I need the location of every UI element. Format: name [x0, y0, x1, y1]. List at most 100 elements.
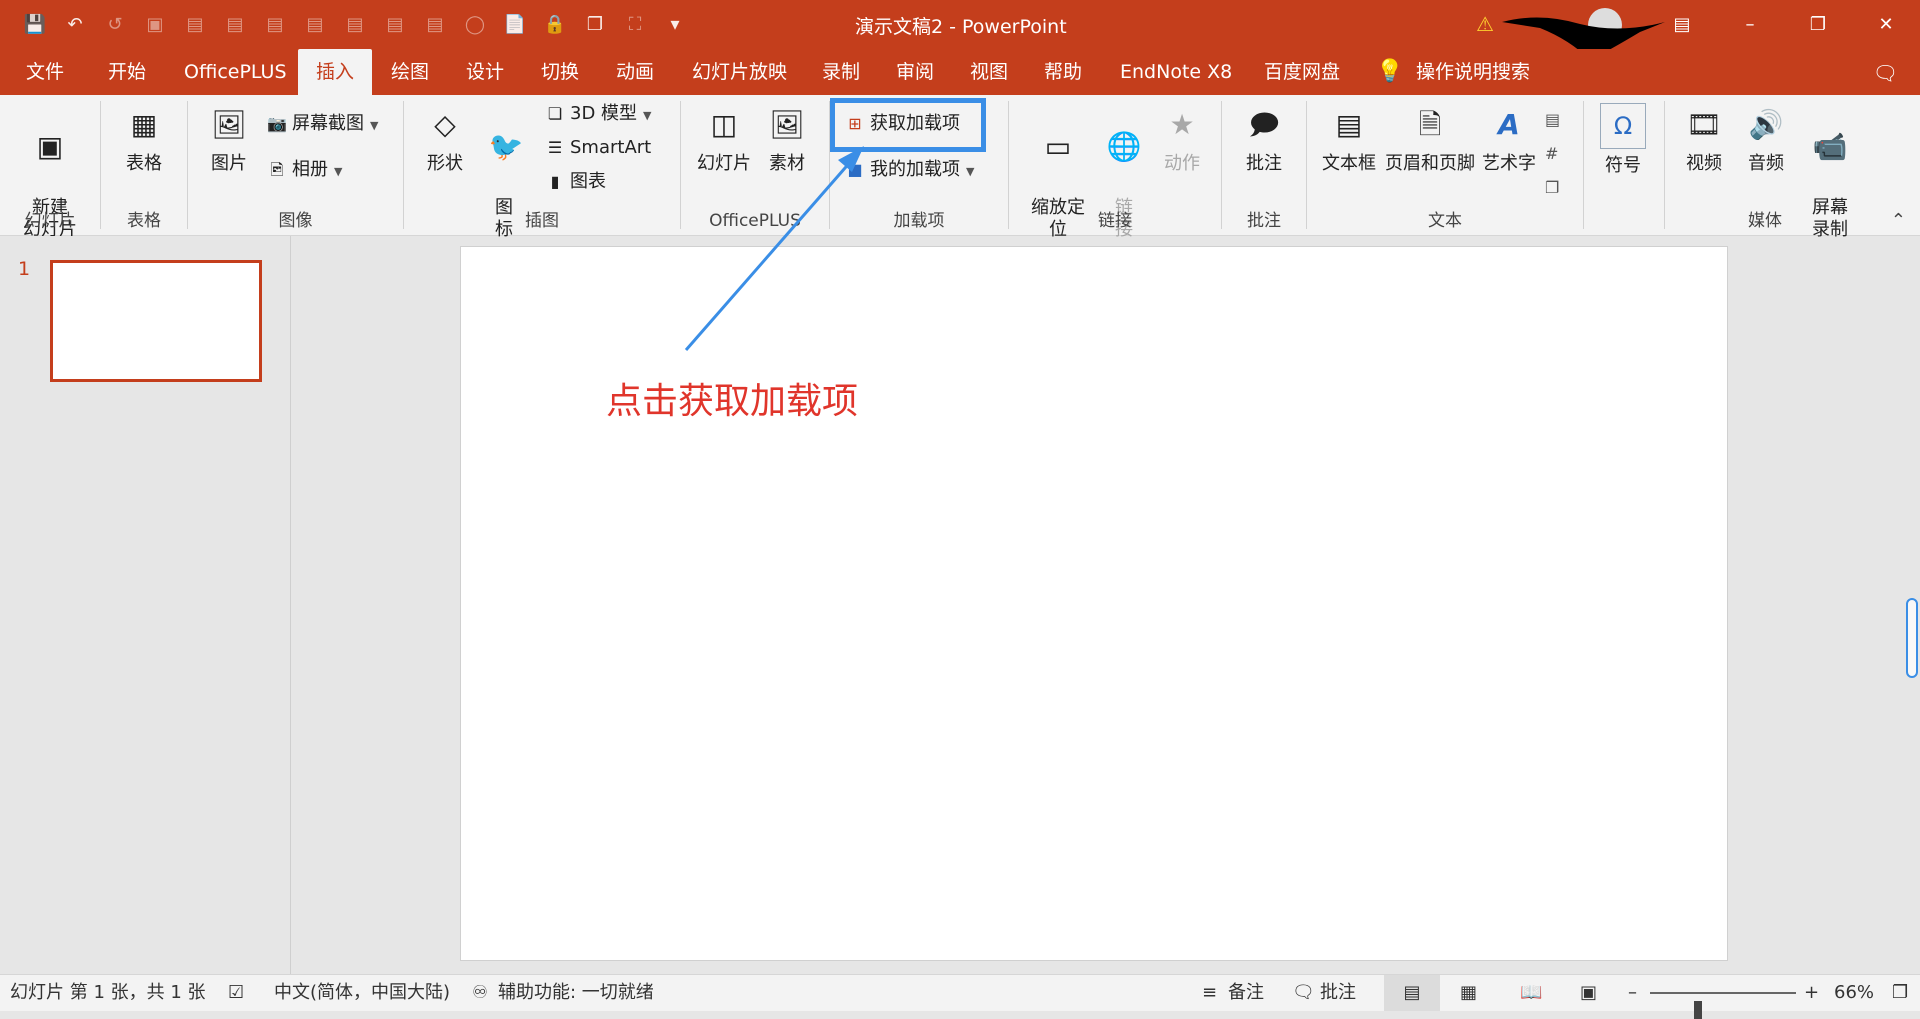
wordart-icon: A: [1498, 108, 1520, 141]
tab-endnote[interactable]: EndNote X8: [1110, 49, 1242, 95]
object-icon[interactable]: ❐: [1545, 171, 1560, 205]
officeplus-slides-button[interactable]: ◫ 幻灯片: [695, 103, 753, 175]
slide-info: 幻灯片 第 1 张，共 1 张: [10, 982, 206, 1003]
group-slides: ▣ 新建 幻灯片 幻灯片: [0, 95, 100, 241]
tab-record[interactable]: 录制: [812, 49, 870, 95]
comment-icon: 🗩: [1248, 108, 1280, 141]
align-icon[interactable]: ▤: [422, 11, 448, 37]
align-icon[interactable]: ▤: [342, 11, 368, 37]
crop-icon[interactable]: ⛶: [622, 11, 648, 37]
zoom-slider-thumb[interactable]: [1694, 1001, 1703, 1019]
group-tables: ▦ 表格 表格: [101, 95, 187, 235]
normal-view-icon[interactable]: ▤: [1384, 975, 1440, 1011]
comments-icon[interactable]: 🗨: [1873, 61, 1898, 85]
header-footer-label: 页眉和页脚: [1385, 153, 1475, 174]
notes-icon: ≡: [1202, 982, 1218, 1003]
zoom-in-icon[interactable]: +: [1804, 975, 1819, 1011]
image-icon: 🖼: [769, 108, 805, 141]
save-icon[interactable]: 💾: [22, 11, 48, 37]
date-time-icon[interactable]: ▤: [1545, 103, 1560, 137]
tab-file[interactable]: 文件: [16, 49, 74, 95]
collapse-ribbon-icon[interactable]: ⌃: [1891, 210, 1906, 231]
tab-draw[interactable]: 绘图: [381, 49, 439, 95]
group-label: 加载项: [893, 211, 945, 231]
smartart-button[interactable]: ☰ SmartArt: [544, 133, 651, 163]
align-icon[interactable]: ▤: [182, 11, 208, 37]
bird-icon: 🐦: [488, 130, 524, 163]
tab-insert[interactable]: 插入: [298, 49, 372, 95]
comment-button[interactable]: 🗩 批注: [1234, 103, 1294, 175]
slide-thumbnail-panel: 1: [0, 236, 291, 974]
minimize-icon[interactable]: –: [1716, 10, 1784, 38]
restore-icon[interactable]: ❐: [1784, 10, 1852, 38]
tab-officeplus[interactable]: OfficePLUS: [174, 49, 297, 95]
wordart-button[interactable]: A 艺术字: [1479, 103, 1539, 175]
redo-icon[interactable]: ↺: [102, 11, 128, 37]
ribbon-tabs: 文件 开始 OfficePLUS 插入 绘图 设计 切换 动画 幻灯片放映 录制…: [0, 49, 1920, 95]
slide-number-icon[interactable]: #: [1545, 137, 1560, 171]
tab-home[interactable]: 开始: [98, 49, 156, 95]
zoom-slider[interactable]: [1650, 992, 1796, 1019]
more-icon[interactable]: ▾: [662, 11, 688, 37]
audio-button[interactable]: 🔊 音频: [1741, 103, 1791, 175]
notes-button[interactable]: 备注: [1228, 975, 1264, 1011]
pictures-button[interactable]: 🖼 图片: [204, 103, 254, 175]
tell-me-search[interactable]: 操作说明搜索: [1416, 49, 1530, 95]
close-icon[interactable]: ✕: [1852, 10, 1920, 38]
symbol-button[interactable]: Ω 符号: [1594, 103, 1652, 177]
slide-sorter-icon[interactable]: ▦: [1460, 975, 1477, 1011]
tab-help[interactable]: 帮助: [1034, 49, 1092, 95]
shapes-button[interactable]: ◇ 形状: [420, 103, 470, 175]
chart-button[interactable]: ▮ 图表: [544, 167, 606, 197]
group-media: 🎞 视频 🔊 音频 📹 屏幕 录制 媒体: [1665, 95, 1865, 241]
accessibility-status[interactable]: 辅助功能: 一切就绪: [498, 975, 654, 1011]
slide-canvas[interactable]: [460, 246, 1728, 961]
language-status[interactable]: 中文(简体，中国大陆): [274, 975, 450, 1011]
reading-view-icon[interactable]: 📖: [1520, 975, 1542, 1011]
header-footer-button[interactable]: 🗎 页眉和页脚: [1383, 103, 1477, 175]
my-addins-button[interactable]: ■ 我的加载项 ▼: [844, 155, 974, 185]
slide-thumbnail[interactable]: [50, 260, 262, 382]
tab-review[interactable]: 审阅: [886, 49, 944, 95]
align-icon[interactable]: ▤: [262, 11, 288, 37]
pdf-icon[interactable]: 📄: [502, 11, 528, 37]
screenshot-button[interactable]: 📷 屏幕截图 ▼: [266, 109, 378, 139]
group-text: ▤ 文本框 🗎 页眉和页脚 A 艺术字 ▤ # ❐ 文本: [1307, 95, 1583, 235]
group-label: 插图: [525, 211, 559, 231]
lock-icon[interactable]: 🔒: [542, 11, 568, 37]
window-title: 演示文稿2 - PowerPoint: [855, 16, 1067, 38]
align-icon[interactable]: ▤: [382, 11, 408, 37]
align-icon[interactable]: ▤: [222, 11, 248, 37]
tab-transitions[interactable]: 切换: [531, 49, 589, 95]
spelling-icon[interactable]: ☑: [228, 975, 244, 1011]
comment-label: 批注: [1246, 153, 1282, 174]
textbox-icon: ▤: [1335, 108, 1363, 141]
present-icon[interactable]: ▣: [142, 11, 168, 37]
album-button[interactable]: 🖻 相册 ▼: [266, 155, 343, 185]
ribbon-display-icon[interactable]: ▤: [1648, 10, 1716, 38]
assets-button[interactable]: 🖼 素材: [761, 103, 813, 175]
tab-animations[interactable]: 动画: [606, 49, 664, 95]
table-button[interactable]: ▦ 表格: [113, 103, 175, 175]
textbox-button[interactable]: ▤ 文本框: [1317, 103, 1381, 175]
tab-baidu[interactable]: 百度网盘: [1254, 49, 1350, 95]
zoom-out-icon[interactable]: –: [1628, 975, 1637, 1011]
zoom-level[interactable]: 66%: [1834, 975, 1874, 1011]
group-label: 表格: [127, 211, 161, 231]
tab-slideshow[interactable]: 幻灯片放映: [682, 49, 797, 95]
undo-icon[interactable]: ↶: [62, 11, 88, 37]
tab-view[interactable]: 视图: [960, 49, 1018, 95]
fit-slide-icon[interactable]: ❐: [1892, 975, 1908, 1011]
3d-models-button[interactable]: ❏ 3D 模型 ▼: [544, 99, 652, 129]
video-button[interactable]: 🎞 视频: [1679, 103, 1729, 175]
shape-icon[interactable]: ◯: [462, 11, 488, 37]
warning-icon[interactable]: ⚠: [1476, 12, 1494, 36]
vertical-scrollbar[interactable]: [1906, 598, 1918, 678]
tab-design[interactable]: 设计: [456, 49, 514, 95]
align-icon[interactable]: ▤: [302, 11, 328, 37]
action-button[interactable]: ★ 动作: [1154, 103, 1210, 175]
new-slide-icon: ▣: [36, 130, 64, 163]
comments-button[interactable]: 批注: [1320, 975, 1356, 1011]
copy-icon[interactable]: ❐: [582, 11, 608, 37]
slideshow-icon[interactable]: ▣: [1580, 975, 1597, 1011]
